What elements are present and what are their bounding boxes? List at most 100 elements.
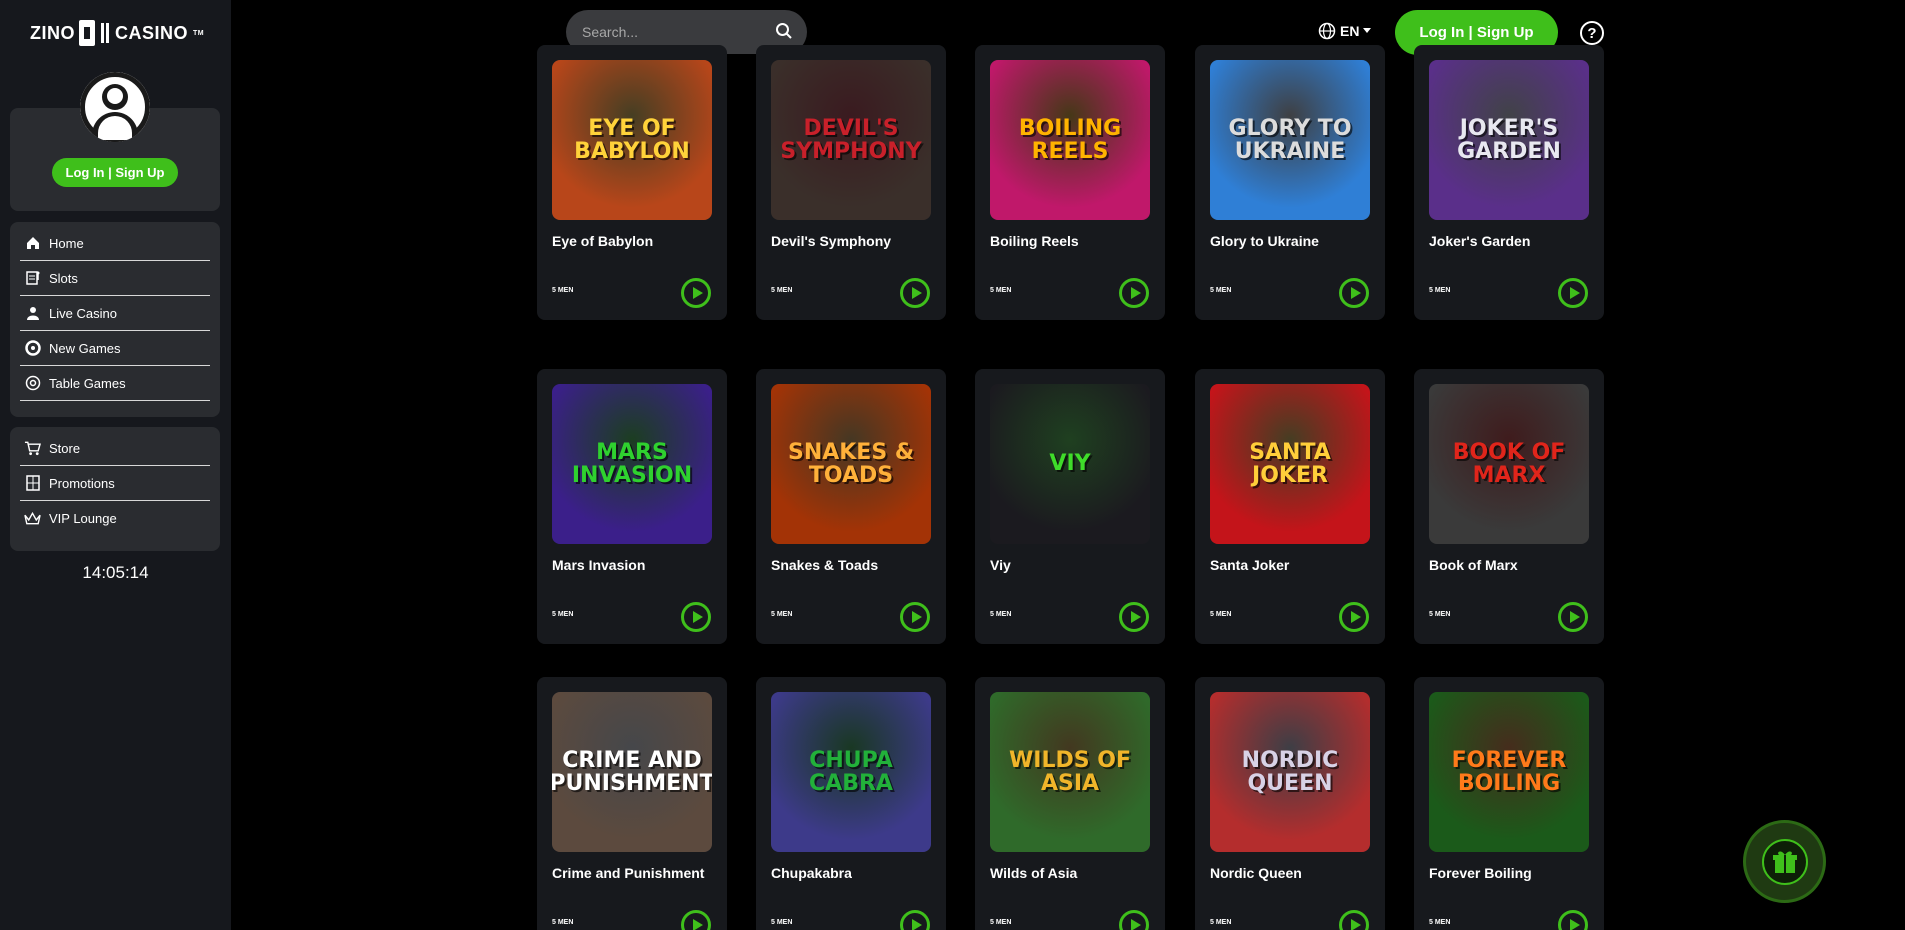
game-thumbnail[interactable]: FOREVER BOILING <box>1429 692 1589 852</box>
play-icon[interactable] <box>681 602 711 632</box>
gift-button[interactable] <box>1743 820 1826 903</box>
sidebar-item-label: Table Games <box>49 375 126 391</box>
brand-right: CASINO <box>115 22 189 43</box>
sidebar-item-new-games[interactable]: New Games <box>20 331 210 366</box>
game-thumbnail[interactable]: EYE OF BABYLON <box>552 60 712 220</box>
game-art-text: VIY <box>1049 451 1091 477</box>
game-title[interactable]: Mars Invasion <box>552 557 645 573</box>
game-thumbnail[interactable]: SNAKES & TOADS <box>771 384 931 544</box>
play-icon[interactable] <box>681 278 711 308</box>
game-thumbnail[interactable]: VIY <box>990 384 1150 544</box>
play-icon[interactable] <box>681 910 711 930</box>
sidebar-item-label: Promotions <box>49 475 115 491</box>
game-art-text: BOILING REELS <box>1018 115 1122 164</box>
sidebar-item-promotions[interactable]: Promotions <box>20 466 210 501</box>
game-card[interactable]: FOREVER BOILING Forever Boiling 5 MEN <box>1414 677 1604 930</box>
game-thumbnail[interactable]: Crime and Punishment <box>552 692 712 852</box>
play-icon[interactable] <box>1119 602 1149 632</box>
live-casino-icon <box>24 305 41 322</box>
game-card[interactable]: JOKER'S GARDEN Joker's Garden 5 MEN <box>1414 45 1604 320</box>
game-thumbnail[interactable]: Devil's Symphony <box>771 60 931 220</box>
slots-icon <box>24 270 41 287</box>
game-title[interactable]: Book of Marx <box>1429 557 1518 573</box>
game-title[interactable]: Snakes & Toads <box>771 557 878 573</box>
play-icon[interactable] <box>900 278 930 308</box>
game-thumbnail[interactable]: MARS INVASION <box>552 384 712 544</box>
brand-logo[interactable]: ZINO CASINO TM <box>30 18 204 48</box>
game-thumbnail[interactable]: CHUPA CABRA <box>771 692 931 852</box>
sidebar-item-home[interactable]: Home <box>20 226 210 261</box>
game-title[interactable]: Chupakabra <box>771 865 852 881</box>
sidebar-item-label: VIP Lounge <box>49 511 117 526</box>
game-provider: 5 MEN <box>990 611 1012 618</box>
play-icon[interactable] <box>1558 910 1588 930</box>
game-provider: 5 MEN <box>771 919 793 926</box>
clock: 14:05:14 <box>82 563 149 582</box>
game-title[interactable]: Eye of Babylon <box>552 233 653 249</box>
game-title[interactable]: Viy <box>990 557 1011 573</box>
game-art-text: JOKER'S GARDEN <box>1457 115 1561 164</box>
secondary-nav: Store Promotions VIP Lounge <box>10 427 220 551</box>
play-icon[interactable] <box>1339 602 1369 632</box>
play-icon[interactable] <box>1119 278 1149 308</box>
game-provider: 5 MEN <box>1210 611 1232 618</box>
game-title[interactable]: Joker's Garden <box>1429 233 1530 249</box>
game-card[interactable]: SANTA JOKER Santa Joker 5 MEN <box>1195 369 1385 644</box>
game-title[interactable]: Boiling Reels <box>990 233 1079 249</box>
game-provider: 5 MEN <box>1429 919 1451 926</box>
game-provider: 5 MEN <box>552 919 574 926</box>
game-title[interactable]: Glory to Ukraine <box>1210 233 1319 249</box>
gift-inner <box>1761 838 1808 885</box>
play-icon[interactable] <box>1339 910 1369 930</box>
game-title[interactable]: Wilds of Asia <box>990 865 1077 881</box>
game-thumbnail[interactable]: SANTA JOKER <box>1210 384 1370 544</box>
play-icon[interactable] <box>900 910 930 930</box>
game-provider: 5 MEN <box>552 611 574 618</box>
new-games-icon <box>24 340 41 357</box>
game-card[interactable]: BOOK OF MARX Book of Marx 5 MEN <box>1414 369 1604 644</box>
sidebar-item-live-casino[interactable]: Live Casino <box>20 296 210 331</box>
game-card[interactable]: Crime and Punishment Crime and Punishment… <box>537 677 727 930</box>
game-provider: 5 MEN <box>771 287 793 294</box>
sidebar-item-store[interactable]: Store <box>20 431 210 466</box>
game-title[interactable]: Devil's Symphony <box>771 233 891 249</box>
game-art-text: WILDS OF ASIA <box>1009 747 1131 796</box>
game-provider: 5 MEN <box>1429 611 1451 618</box>
game-card[interactable]: SNAKES & TOADS Snakes & Toads 5 MEN <box>756 369 946 644</box>
logo-bars-icon <box>101 23 109 43</box>
game-card[interactable]: WILDS OF ASIA Wilds of Asia 5 MEN <box>975 677 1165 930</box>
play-icon[interactable] <box>1339 278 1369 308</box>
game-title[interactable]: Forever Boiling <box>1429 865 1532 881</box>
game-card[interactable]: GLORY TO UKRAINE Glory to Ukraine 5 MEN <box>1195 45 1385 320</box>
game-thumbnail[interactable]: NORDIC QUEEN <box>1210 692 1370 852</box>
play-icon[interactable] <box>1558 278 1588 308</box>
game-provider: 5 MEN <box>1429 287 1451 294</box>
game-card[interactable]: NORDIC QUEEN Nordic Queen 5 MEN <box>1195 677 1385 930</box>
game-card[interactable]: BOILING REELS Boiling Reels 5 MEN <box>975 45 1165 320</box>
sidebar-item-vip-lounge[interactable]: VIP Lounge <box>20 501 210 536</box>
game-thumbnail[interactable]: BOILING REELS <box>990 60 1150 220</box>
sidebar-item-slots[interactable]: Slots <box>20 261 210 296</box>
game-provider: 5 MEN <box>552 287 574 294</box>
game-card[interactable]: CHUPA CABRA Chupakabra 5 MEN <box>756 677 946 930</box>
game-thumbnail[interactable]: JOKER'S GARDEN <box>1429 60 1589 220</box>
game-thumbnail[interactable]: BOOK OF MARX <box>1429 384 1589 544</box>
game-card[interactable]: Devil's Symphony Devil's Symphony 5 MEN <box>756 45 946 320</box>
game-card[interactable]: EYE OF BABYLON Eye of Babylon 5 MEN <box>537 45 727 320</box>
game-title[interactable]: Nordic Queen <box>1210 865 1302 881</box>
sidebar-item-table-games[interactable]: Table Games <box>20 366 210 401</box>
game-thumbnail[interactable]: GLORY TO UKRAINE <box>1210 60 1370 220</box>
game-thumbnail[interactable]: WILDS OF ASIA <box>990 692 1150 852</box>
game-card[interactable]: MARS INVASION Mars Invasion 5 MEN <box>537 369 727 644</box>
play-icon[interactable] <box>1119 910 1149 930</box>
game-title[interactable]: Crime and Punishment <box>552 865 704 881</box>
game-card[interactable]: VIY Viy 5 MEN <box>975 369 1165 644</box>
app-root: ZINO CASINO TM Log In | Sign Up Home Slot… <box>0 0 1905 930</box>
sidebar-login-button[interactable]: Log In | Sign Up <box>52 158 178 187</box>
game-art-text: EYE OF BABYLON <box>574 115 690 164</box>
main-nav: Home Slots Live Casino New Games Table Games <box>10 222 220 417</box>
avatar-icon <box>80 72 150 142</box>
play-icon[interactable] <box>1558 602 1588 632</box>
play-icon[interactable] <box>900 602 930 632</box>
game-title[interactable]: Santa Joker <box>1210 557 1289 573</box>
